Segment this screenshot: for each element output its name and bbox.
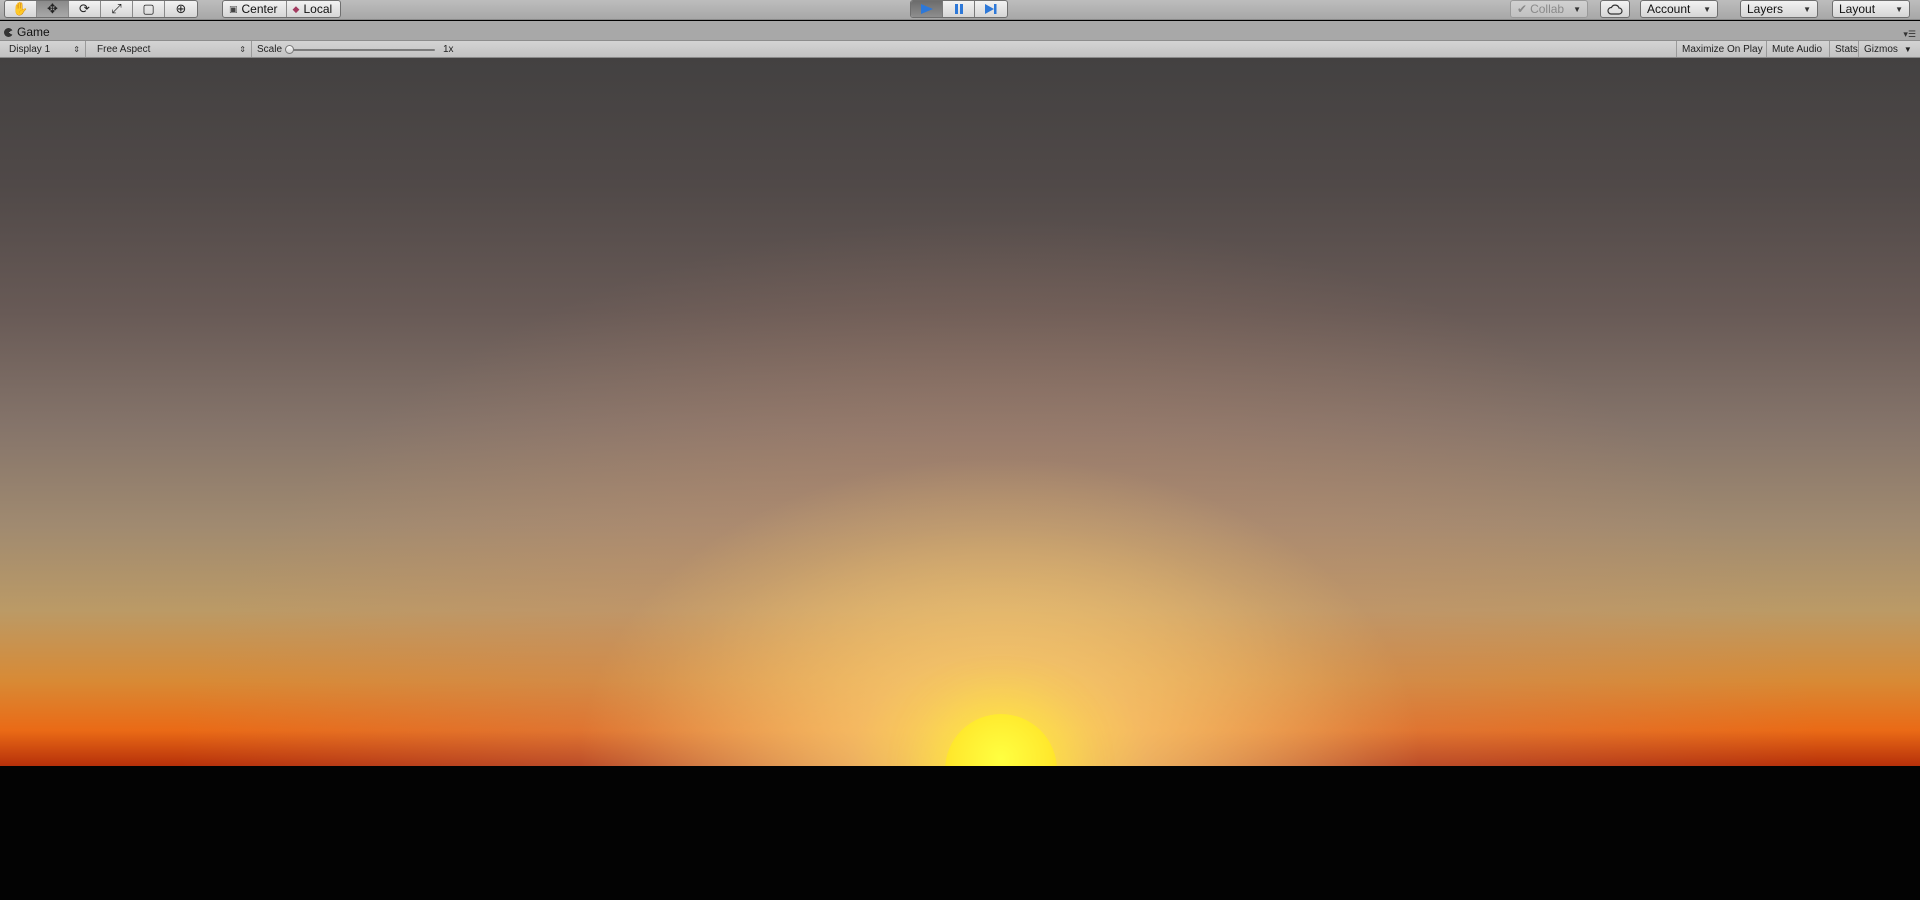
play-icon [920, 4, 933, 14]
gizmos-dropdown[interactable]: Gizmos ▼ [1858, 41, 1920, 57]
game-view-toolbar: Display 1 ⇕ Free Aspect ⇕ Scale 1x Maxim… [0, 41, 1920, 58]
scale-slider-track[interactable] [289, 49, 435, 51]
chevron-down-icon: ▼ [1703, 4, 1711, 14]
move-tool-button[interactable]: ✥ [37, 1, 69, 17]
main-toolbar: ✋ ✥ ⟳ ⤢ ▢ ⊕ ▣ Center ◆ Local ✔ Collab ▼ … [0, 0, 1920, 20]
account-dropdown[interactable]: Account ▼ [1640, 0, 1718, 18]
mute-audio-label: Mute Audio [1772, 43, 1823, 55]
aspect-select-value: Free Aspect [97, 43, 151, 55]
layers-dropdown[interactable]: Layers ▼ [1740, 0, 1818, 18]
transform-icon: ⊕ [175, 1, 187, 16]
scale-slider-handle[interactable] [285, 45, 294, 54]
display-select[interactable]: Display 1 ⇕ [4, 41, 86, 57]
gizmos-label: Gizmos [1864, 43, 1898, 55]
pause-button[interactable] [943, 1, 975, 17]
hand-tool-button[interactable]: ✋ [5, 1, 37, 17]
maximize-on-play-toggle[interactable]: Maximize On Play [1676, 41, 1768, 57]
rotate-tool-button[interactable]: ⟳ [69, 1, 101, 17]
mute-audio-toggle[interactable]: Mute Audio [1766, 41, 1827, 57]
hand-icon: ✋ [12, 1, 29, 16]
step-button[interactable] [975, 1, 1007, 17]
pivot-mode-button[interactable]: ▣ Center [223, 1, 287, 17]
account-label: Account [1647, 2, 1691, 16]
pivot-mode-label: Center [241, 2, 278, 16]
layout-dropdown[interactable]: Layout ▼ [1832, 0, 1910, 18]
layers-label: Layers [1747, 2, 1784, 16]
chevron-down-icon: ▼ [1803, 4, 1811, 14]
pivot-center-icon: ▣ [229, 3, 238, 14]
pivot-rotation-label: Local [303, 2, 333, 16]
rect-tool-button[interactable]: ▢ [133, 1, 165, 17]
tab-game[interactable]: Game [4, 24, 50, 40]
updown-arrows-icon: ⇕ [239, 44, 246, 54]
chevron-down-icon: ▼ [1573, 4, 1581, 14]
scale-tool-button[interactable]: ⤢ [101, 1, 133, 17]
display-select-value: Display 1 [9, 43, 51, 55]
scale-value: 1x [443, 44, 454, 55]
cloud-button[interactable] [1600, 0, 1630, 18]
scale-icon: ⤢ [111, 1, 122, 16]
pivot-rotation-button[interactable]: ◆ Local [287, 1, 341, 17]
ground-plane [0, 766, 1920, 900]
game-viewport[interactable] [0, 58, 1920, 900]
playback-controls [910, 0, 1008, 18]
tab-menu-icon[interactable]: ▾☰ [1903, 29, 1916, 40]
tab-game-label: Game [17, 25, 50, 39]
pivot-toggles: ▣ Center ◆ Local [222, 0, 342, 18]
tab-bar: Game ▾☰ [0, 21, 1920, 41]
scale-label: Scale [257, 44, 283, 55]
rect-icon: ▢ [142, 1, 155, 16]
collab-button[interactable]: ✔ Collab ▼ [1510, 0, 1588, 18]
transform-tool-button[interactable]: ⊕ [165, 1, 197, 17]
play-button[interactable] [911, 1, 943, 17]
move-icon: ✥ [47, 1, 58, 16]
transform-tools: ✋ ✥ ⟳ ⤢ ▢ ⊕ [4, 0, 198, 18]
maximize-on-play-label: Maximize On Play [1682, 43, 1763, 55]
updown-arrows-icon: ⇕ [73, 44, 80, 54]
stats-label: Stats [1835, 43, 1858, 55]
collab-label: Collab [1530, 2, 1565, 16]
pause-icon [954, 4, 963, 14]
chevron-down-icon: ▼ [1903, 44, 1912, 54]
layout-label: Layout [1839, 2, 1876, 16]
game-view-icon [4, 27, 13, 37]
chevron-down-icon: ▼ [1895, 4, 1903, 14]
step-icon [985, 4, 997, 14]
pivot-local-icon: ◆ [292, 3, 300, 14]
aspect-select[interactable]: Free Aspect ⇕ [92, 41, 252, 57]
cloud-icon [1607, 4, 1623, 15]
check-circle-icon: ✔ [1517, 2, 1528, 16]
rotate-icon: ⟳ [79, 1, 90, 16]
sunset-sky [0, 58, 1920, 766]
